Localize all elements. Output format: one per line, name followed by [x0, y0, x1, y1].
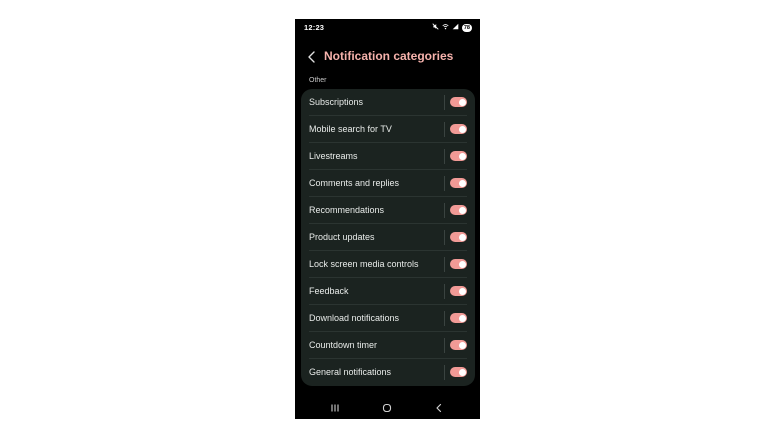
toggle-switch[interactable] [450, 178, 467, 188]
toggle-switch[interactable] [450, 232, 467, 242]
back-icon [436, 403, 442, 413]
toggle-switch[interactable] [450, 286, 467, 296]
status-icons: 78 [432, 23, 472, 33]
chevron-left-icon [308, 51, 315, 63]
list-item[interactable]: Recommendations [301, 197, 475, 224]
divider [444, 257, 445, 272]
list-item-label: Download notifications [309, 313, 400, 323]
toggle-knob [458, 98, 466, 106]
divider [444, 311, 445, 326]
divider [444, 95, 445, 110]
toggle-knob [458, 233, 466, 241]
list-item[interactable]: Feedback [301, 278, 475, 305]
divider [444, 176, 445, 191]
page-title: Notification categories [324, 49, 454, 63]
list-item-label: Feedback [309, 286, 349, 296]
signal-icon [452, 23, 459, 33]
toggle-knob [458, 368, 466, 376]
divider [444, 338, 445, 353]
list-item[interactable]: General notifications [301, 359, 475, 386]
toggle-switch[interactable] [450, 259, 467, 269]
section-label: Other [309, 77, 327, 84]
recents-icon [331, 404, 339, 412]
divider [444, 230, 445, 245]
list-item-label: Mobile search for TV [309, 124, 392, 134]
status-time: 12:23 [304, 23, 325, 32]
toggle-knob [458, 314, 466, 322]
toggle-knob [458, 287, 466, 295]
list-item[interactable]: Mobile search for TV [301, 116, 475, 143]
list-item[interactable]: Product updates [301, 224, 475, 251]
list-item-label: Subscriptions [309, 97, 364, 107]
notification-categories-list: Subscriptions Mobile search for TV Lives… [301, 89, 475, 386]
toggle-switch[interactable] [450, 97, 467, 107]
toggle-knob [458, 206, 466, 214]
toggle-switch[interactable] [450, 151, 467, 161]
list-item[interactable]: Livestreams [301, 143, 475, 170]
toggle-switch[interactable] [450, 124, 467, 134]
list-item-label: Countdown timer [309, 340, 378, 350]
toggle-knob [458, 179, 466, 187]
mute-icon [432, 23, 439, 33]
divider [444, 284, 445, 299]
divider [444, 365, 445, 380]
divider [444, 149, 445, 164]
wifi-icon [442, 23, 449, 33]
divider [444, 203, 445, 218]
toggle-switch[interactable] [450, 340, 467, 350]
list-item-label: General notifications [309, 367, 392, 377]
list-item-label: Livestreams [309, 151, 358, 161]
list-item-label: Recommendations [309, 205, 385, 215]
toggle-knob [458, 125, 466, 133]
nav-back-button[interactable] [432, 401, 446, 415]
battery-indicator: 78 [461, 24, 472, 32]
recents-button[interactable] [328, 401, 342, 415]
phone-screen: 12:23 78 Notification categories Other S… [295, 19, 480, 419]
toggle-knob [458, 152, 466, 160]
list-item-label: Comments and replies [309, 178, 400, 188]
status-bar: 12:23 78 [295, 19, 480, 37]
list-item-label: Product updates [309, 232, 375, 242]
toggle-switch[interactable] [450, 313, 467, 323]
home-icon [382, 403, 392, 413]
divider [444, 122, 445, 137]
toggle-switch[interactable] [450, 367, 467, 377]
toggle-knob [458, 260, 466, 268]
list-item[interactable]: Countdown timer [301, 332, 475, 359]
home-button[interactable] [380, 401, 394, 415]
list-item[interactable]: Subscriptions [301, 89, 475, 116]
toggle-knob [458, 341, 466, 349]
list-item-label: Lock screen media controls [309, 259, 419, 269]
toggle-switch[interactable] [450, 205, 467, 215]
app-header: Notification categories [295, 48, 480, 66]
navigation-bar [295, 399, 480, 417]
list-item[interactable]: Download notifications [301, 305, 475, 332]
list-item[interactable]: Lock screen media controls [301, 251, 475, 278]
back-button[interactable] [306, 49, 318, 65]
list-item[interactable]: Comments and replies [301, 170, 475, 197]
